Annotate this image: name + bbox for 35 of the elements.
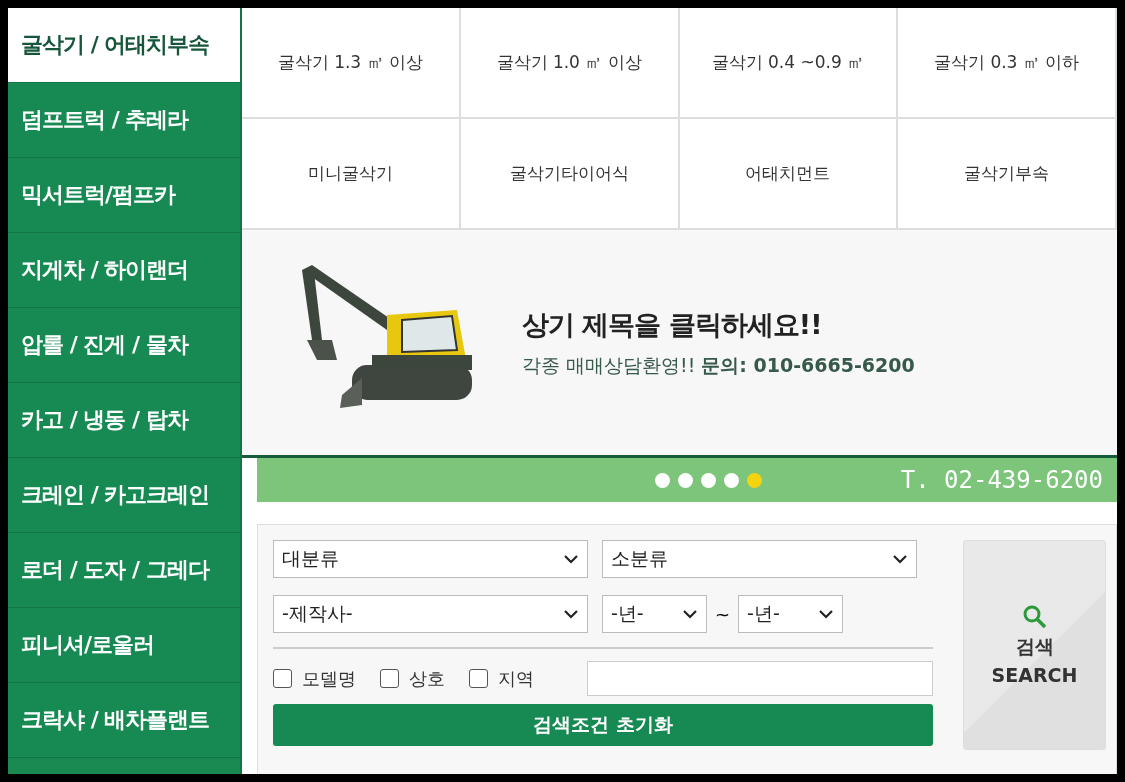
search-button[interactable]: 검색 SEARCH bbox=[963, 540, 1106, 750]
category-link[interactable]: 굴삭기 1.0 ㎥ 이상 bbox=[460, 8, 680, 119]
checkbox[interactable] bbox=[273, 669, 292, 688]
year-select[interactable]: -년- bbox=[738, 595, 844, 633]
chevron-down-icon bbox=[892, 554, 908, 564]
keyword-input[interactable] bbox=[587, 661, 933, 696]
slide-dot[interactable] bbox=[678, 472, 693, 488]
reset-button[interactable]: 검색조건 초기화 bbox=[273, 704, 933, 746]
category-link[interactable]: 굴삭기 0.4 ~0.9 ㎥ bbox=[679, 8, 899, 119]
checkbox[interactable] bbox=[380, 669, 399, 688]
maker-select[interactable]: -제작사- bbox=[273, 595, 588, 633]
slide-dot[interactable] bbox=[747, 472, 762, 488]
checkbox-option[interactable]: 모델명 bbox=[273, 666, 356, 691]
banner-subtitle: 각종 매매상담환영!! 문의: 010-6665-6200 bbox=[522, 352, 915, 378]
category-link[interactable]: 굴삭기 0.3 ㎥ 이하 bbox=[898, 8, 1117, 119]
sidebar-item[interactable]: 굴삭기 / 어태치부속 bbox=[8, 8, 240, 83]
checkbox[interactable] bbox=[469, 669, 488, 688]
range-separator: ~ bbox=[715, 603, 731, 625]
chevron-down-icon bbox=[563, 554, 579, 564]
phone-number: T. 02-439-6200 bbox=[900, 466, 1103, 494]
chevron-down-icon bbox=[563, 609, 579, 619]
checkbox-option[interactable]: 지역 bbox=[469, 666, 534, 691]
banner-title: 상기 제목을 클릭하세요!! bbox=[522, 307, 823, 342]
year-select[interactable]: -년- bbox=[602, 595, 707, 633]
search-icon bbox=[1021, 604, 1048, 630]
chevron-down-icon bbox=[682, 609, 698, 619]
slide-dot[interactable] bbox=[724, 472, 739, 488]
checkbox-option[interactable]: 상호 bbox=[380, 666, 445, 691]
slide-dot[interactable] bbox=[701, 472, 716, 488]
banner[interactable]: 상기 제목을 클릭하세요!! 각종 매매상담환영!! 문의: 010-6665-6200 bbox=[242, 230, 1117, 458]
chevron-down-icon bbox=[818, 609, 835, 619]
slide-dot[interactable] bbox=[655, 472, 670, 488]
category-link[interactable]: 굴삭기 1.3 ㎥ 이상 bbox=[242, 8, 461, 119]
category-select[interactable]: 대분류 bbox=[273, 540, 588, 578]
subcategory-select[interactable]: 소분류 bbox=[602, 540, 917, 578]
